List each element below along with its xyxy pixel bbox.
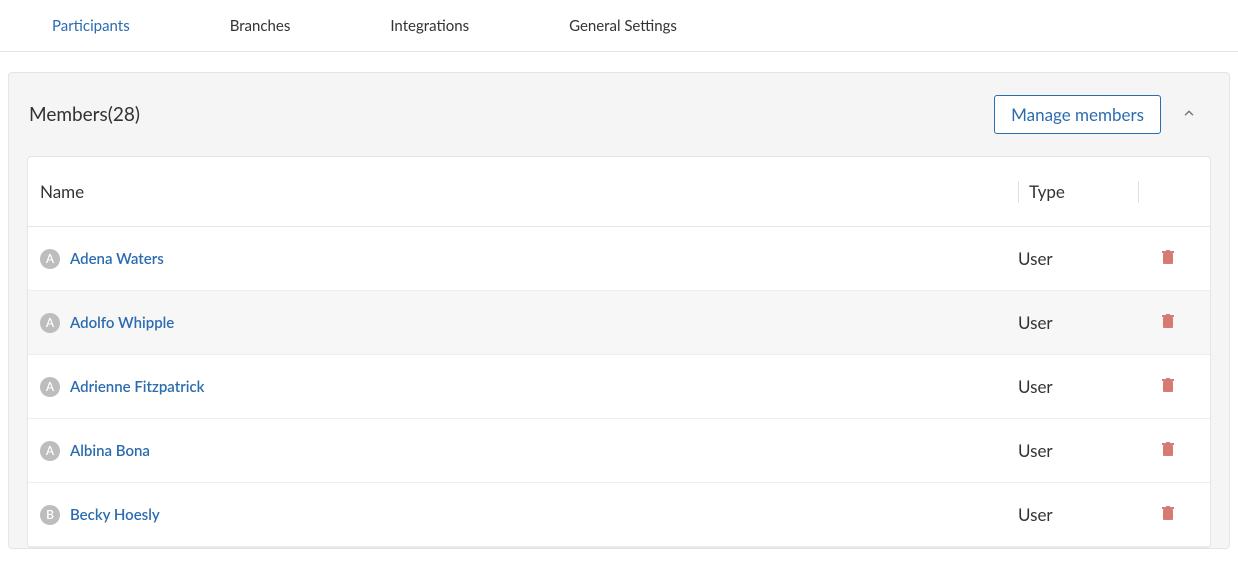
- cell-name: A Adena Waters: [40, 249, 1018, 269]
- cell-type: User: [1018, 440, 1138, 461]
- tab-participants[interactable]: Participants: [52, 17, 130, 35]
- trash-icon: [1162, 314, 1174, 328]
- member-link[interactable]: Adolfo Whipple: [70, 314, 174, 332]
- tabs: Participants Branches Integrations Gener…: [0, 0, 1238, 52]
- member-link[interactable]: Adrienne Fitzpatrick: [70, 378, 205, 396]
- cell-name: A Adrienne Fitzpatrick: [40, 377, 1018, 397]
- trash-icon: [1162, 506, 1174, 520]
- table-row: A Adena Waters User: [28, 227, 1210, 291]
- members-panel: Members(28) Manage members Name Type A A…: [8, 72, 1230, 549]
- cell-type: User: [1018, 376, 1138, 397]
- chevron-up-icon: [1182, 106, 1196, 120]
- table-row: A Adolfo Whipple User: [28, 291, 1210, 355]
- member-link[interactable]: Becky Hoesly: [70, 506, 160, 524]
- avatar: A: [40, 377, 60, 397]
- cell-actions: [1138, 377, 1198, 396]
- collapse-toggle[interactable]: [1169, 105, 1209, 124]
- cell-type: User: [1018, 312, 1138, 333]
- cell-actions: [1138, 505, 1198, 524]
- table-row: A Adrienne Fitzpatrick User: [28, 355, 1210, 419]
- table-header: Name Type: [28, 157, 1210, 227]
- cell-actions: [1138, 441, 1198, 460]
- avatar: A: [40, 313, 60, 333]
- cell-type: User: [1018, 248, 1138, 269]
- panel-count-close: ): [135, 103, 140, 126]
- column-actions: [1138, 181, 1198, 203]
- tab-branches[interactable]: Branches: [230, 17, 291, 35]
- cell-name: A Albina Bona: [40, 441, 1018, 461]
- delete-member-button[interactable]: [1162, 314, 1174, 328]
- delete-member-button[interactable]: [1162, 506, 1174, 520]
- table-row: A Albina Bona User: [28, 419, 1210, 483]
- column-name[interactable]: Name: [40, 181, 1018, 202]
- tab-integrations[interactable]: Integrations: [390, 17, 469, 35]
- panel-title: Members(28): [29, 103, 994, 126]
- avatar: A: [40, 249, 60, 269]
- cell-name: B Becky Hoesly: [40, 505, 1018, 525]
- trash-icon: [1162, 378, 1174, 392]
- table-row: B Becky Hoesly User: [28, 483, 1210, 547]
- manage-members-button[interactable]: Manage members: [994, 95, 1161, 134]
- member-link[interactable]: Albina Bona: [70, 442, 150, 460]
- trash-icon: [1162, 250, 1174, 264]
- cell-actions: [1138, 249, 1198, 268]
- delete-member-button[interactable]: [1162, 250, 1174, 264]
- delete-member-button[interactable]: [1162, 442, 1174, 456]
- column-type[interactable]: Type: [1018, 181, 1138, 203]
- panel-title-text: Members: [29, 103, 108, 126]
- cell-name: A Adolfo Whipple: [40, 313, 1018, 333]
- avatar: A: [40, 441, 60, 461]
- cell-actions: [1138, 313, 1198, 332]
- delete-member-button[interactable]: [1162, 378, 1174, 392]
- panel-header: Members(28) Manage members: [9, 73, 1229, 156]
- tab-general-settings[interactable]: General Settings: [569, 17, 677, 35]
- members-table: Name Type A Adena Waters User A Adolfo W…: [27, 156, 1211, 548]
- trash-icon: [1162, 442, 1174, 456]
- avatar: B: [40, 505, 60, 525]
- panel-count: 28: [113, 103, 135, 126]
- member-link[interactable]: Adena Waters: [70, 250, 164, 268]
- cell-type: User: [1018, 504, 1138, 525]
